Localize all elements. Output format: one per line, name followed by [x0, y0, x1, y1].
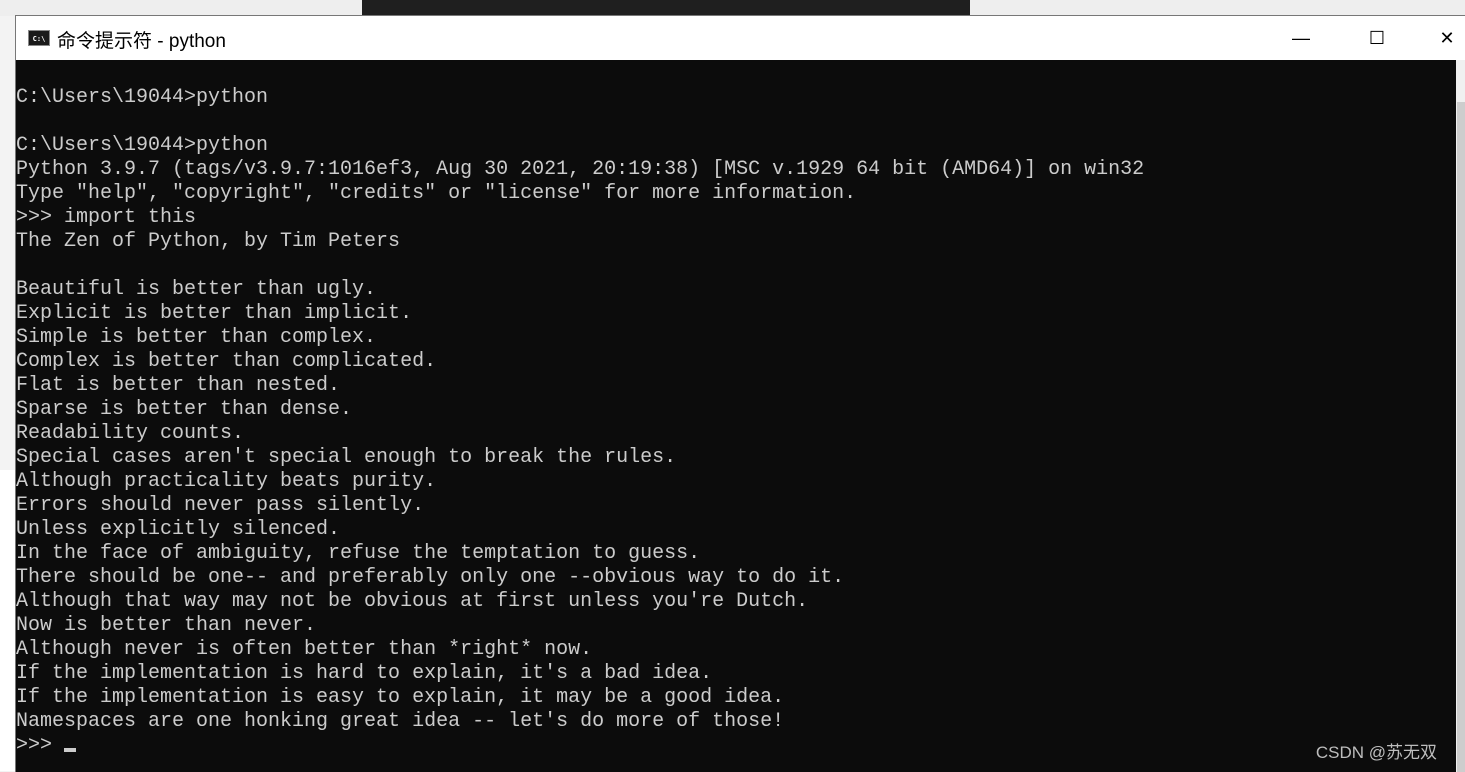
- window-title: 命令提示符 - python: [57, 31, 226, 52]
- terminal-line: Type "help", "copyright", "credits" or "…: [16, 182, 857, 205]
- terminal-line: If the implementation is hard to explain…: [16, 662, 713, 685]
- terminal-line: Sparse is better than dense.: [16, 398, 353, 421]
- terminal-line: C:\Users\19044>python: [16, 134, 269, 157]
- cmd-icon: C:\: [28, 30, 50, 46]
- minimize-button[interactable]: —: [1271, 16, 1331, 60]
- terminal-line: C:\Users\19044>python: [16, 86, 269, 109]
- background-page: [0, 470, 16, 771]
- terminal-line: Beautiful is better than ugly.: [16, 278, 377, 301]
- terminal-line: Flat is better than nested.: [16, 374, 341, 397]
- terminal-line: Simple is better than complex.: [16, 326, 377, 349]
- terminal-line: Although never is often better than *rig…: [16, 638, 593, 661]
- terminal-line: Explicit is better than implicit.: [16, 302, 413, 325]
- maximize-button[interactable]: ☐: [1347, 16, 1407, 60]
- prompt-line[interactable]: >>>: [16, 734, 1456, 758]
- terminal-output[interactable]: C:\Users\19044>python C:\Users\19044>pyth…: [16, 60, 1456, 772]
- terminal-line: Unless explicitly silenced.: [16, 518, 341, 541]
- terminal-line: Although practicality beats purity.: [16, 470, 437, 493]
- scrollbar[interactable]: [1456, 60, 1465, 772]
- cmd-window: C:\ 命令提示符 - python — ☐ ✕ C:\Users\19044>…: [15, 15, 1465, 772]
- background-window: [362, 0, 970, 16]
- terminal-line: Although that way may not be obvious at …: [16, 590, 809, 613]
- terminal-line: Special cases aren't special enough to b…: [16, 446, 677, 469]
- scrollbar-thumb[interactable]: [1457, 102, 1465, 772]
- terminal-line: Complex is better than complicated.: [16, 350, 437, 373]
- close-button[interactable]: ✕: [1417, 16, 1465, 60]
- terminal-line: If the implementation is easy to explain…: [16, 686, 785, 709]
- terminal-line: Readability counts.: [16, 422, 245, 445]
- terminal-line: Now is better than never.: [16, 614, 317, 637]
- watermark: CSDN @苏无双: [1315, 743, 1437, 762]
- terminal-line: >>> import this: [16, 206, 197, 229]
- terminal-line: Namespaces are one honking great idea --…: [16, 710, 785, 733]
- terminal-line: Errors should never pass silently.: [16, 494, 425, 517]
- text-cursor: [64, 748, 77, 752]
- terminal-line: Python 3.9.7 (tags/v3.9.7:1016ef3, Aug 3…: [16, 158, 1145, 181]
- terminal-line: There should be one-- and preferably onl…: [16, 566, 845, 589]
- terminal-line: The Zen of Python, by Tim Peters: [16, 230, 401, 253]
- terminal-line: In the face of ambiguity, refuse the tem…: [16, 542, 701, 565]
- title-bar[interactable]: C:\ 命令提示符 - python — ☐ ✕: [16, 16, 1465, 60]
- prompt: >>>: [16, 734, 53, 757]
